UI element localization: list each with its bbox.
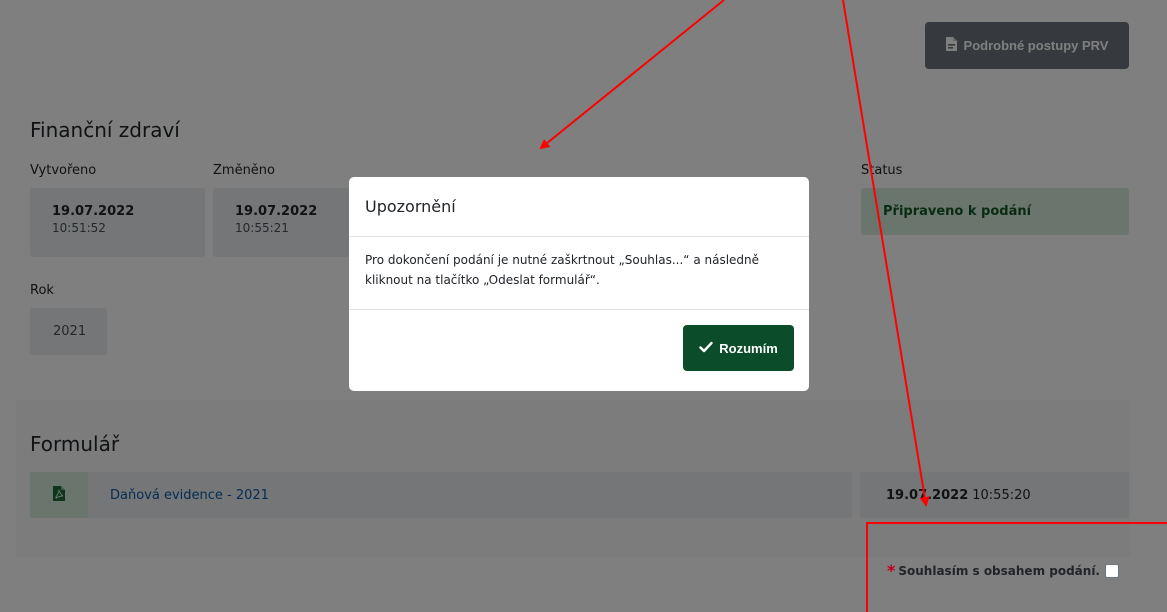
consent-checkbox[interactable] bbox=[1105, 564, 1119, 578]
required-mark: * bbox=[887, 561, 896, 580]
modal-footer: Rozumím bbox=[349, 310, 809, 391]
consent-row: * Souhlasím s obsahem podání. bbox=[887, 561, 1119, 581]
consent-label: Souhlasím s obsahem podání. bbox=[898, 564, 1100, 578]
warning-modal: Upozornění Pro dokončení podání je nutné… bbox=[349, 177, 809, 391]
modal-message-line-1: Pro dokončení podání je nutné zaškrtnout… bbox=[365, 253, 760, 267]
modal-message-line-2: kliknout na tlačítko „Odeslat formulář“. bbox=[365, 273, 600, 287]
understand-button-label: Rozumím bbox=[719, 340, 778, 356]
page: Podrobné postupy PRV Finanční zdraví Vyt… bbox=[0, 0, 1167, 612]
check-icon bbox=[699, 341, 713, 356]
modal-title: Upozornění bbox=[349, 177, 809, 237]
modal-body: Pro dokončení podání je nutné zaškrtnout… bbox=[349, 237, 809, 310]
understand-button[interactable]: Rozumím bbox=[683, 325, 794, 371]
